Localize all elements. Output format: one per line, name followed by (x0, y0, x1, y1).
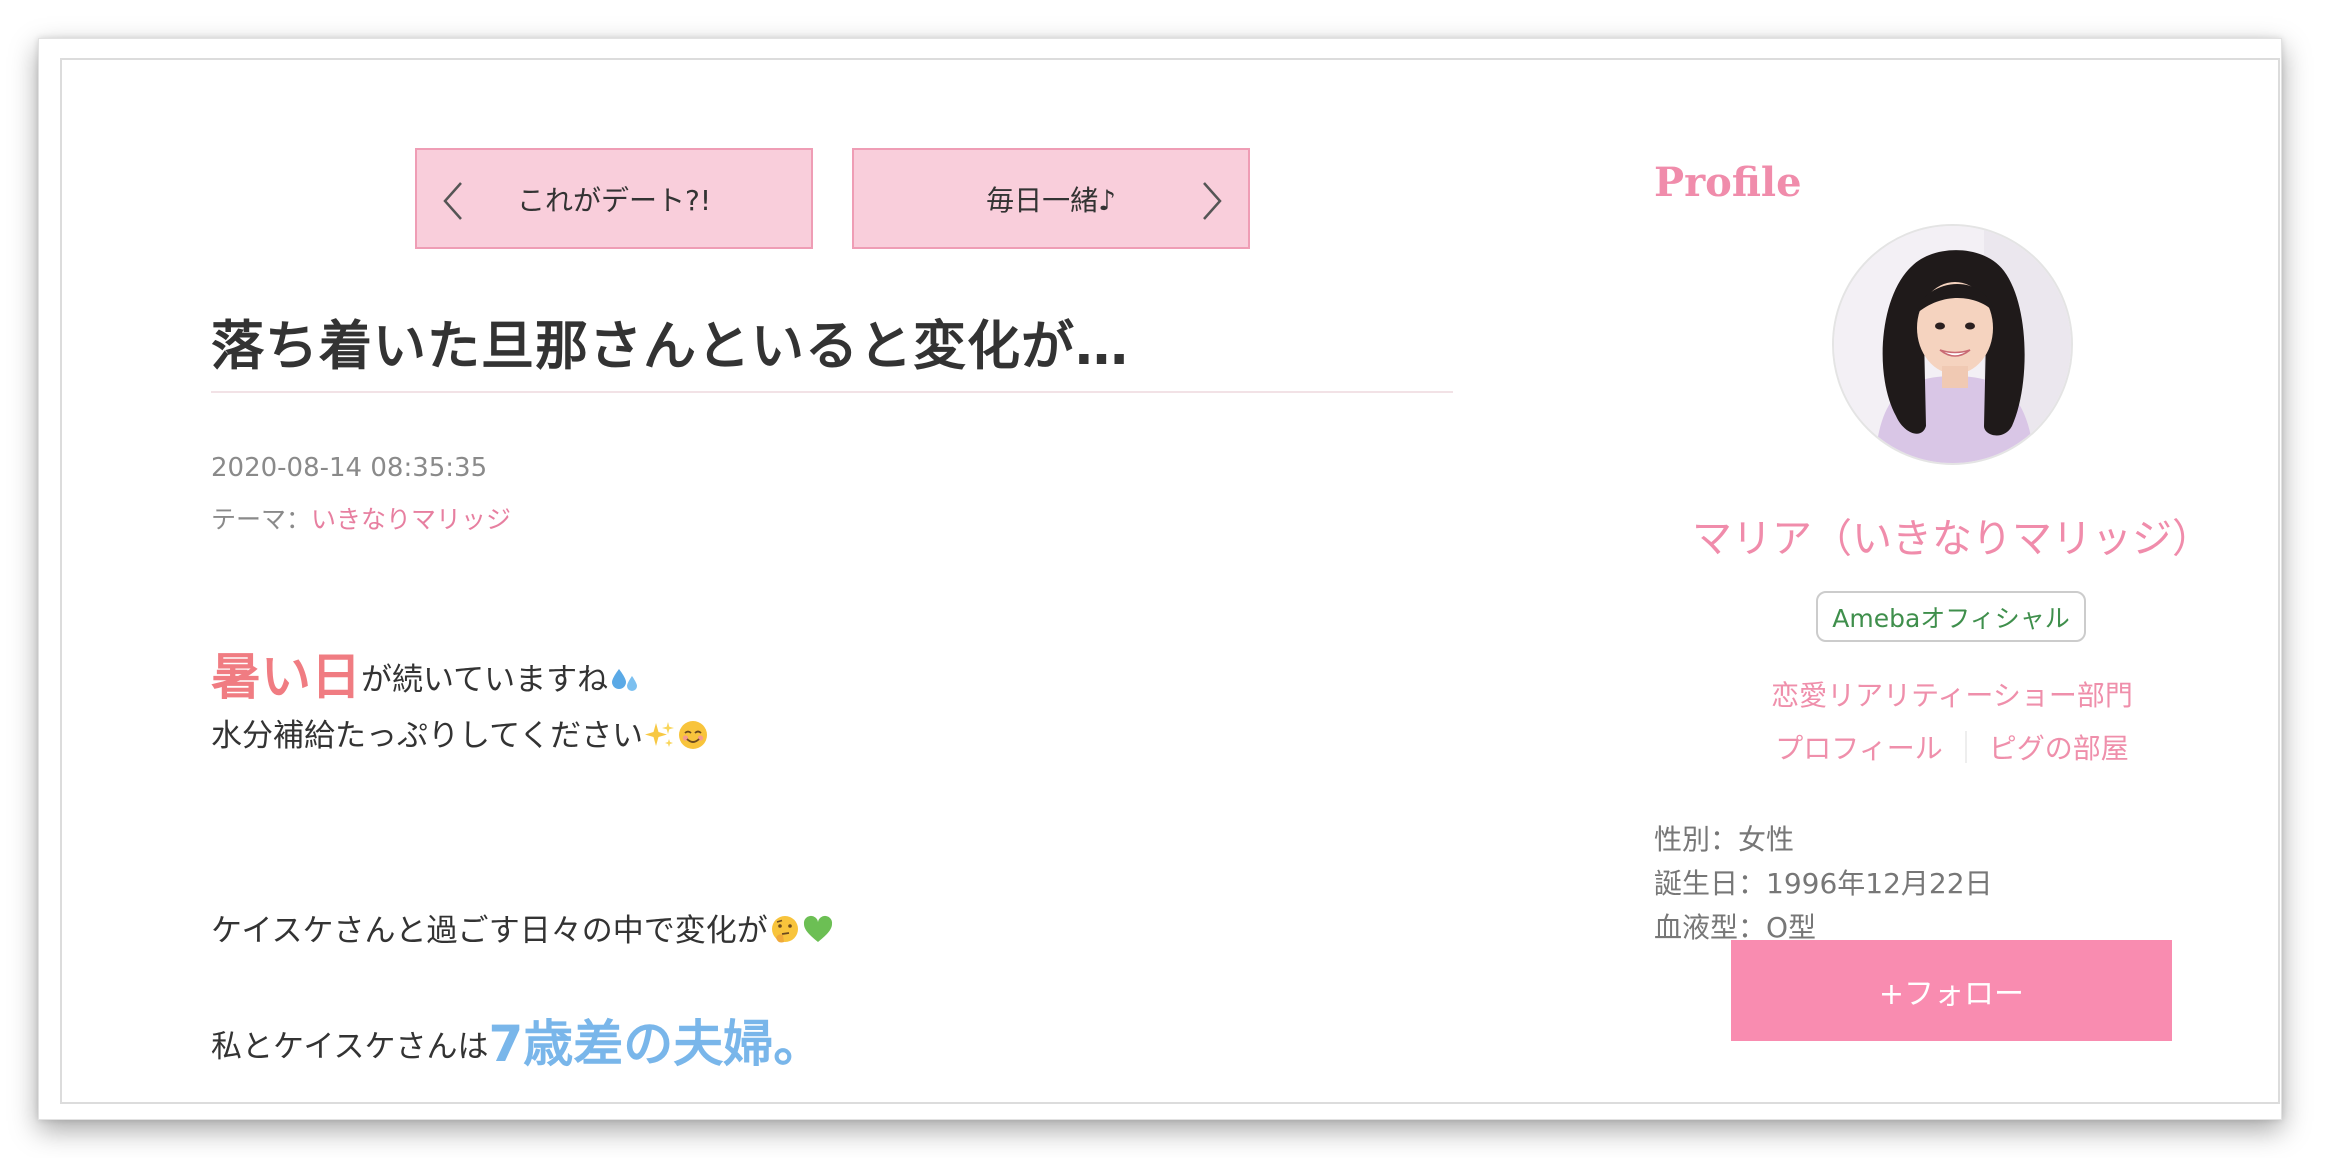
profile-gender: 性別：女性 (1654, 823, 1795, 856)
chevron-left-icon (435, 179, 475, 223)
profile-link[interactable]: プロフィール (1775, 727, 1942, 767)
sweat-droplets-icon (609, 663, 641, 695)
highlight-age-gap: 7歳差の夫婦。 (488, 1015, 824, 1073)
article-theme: テーマ：いきなりマリッジ (211, 500, 511, 536)
thinking-face-icon (769, 914, 801, 946)
highlight-hot-day: 暑い日 (211, 648, 361, 706)
body-line-2: 水分補給たっぷりしてください (211, 710, 709, 755)
prev-entry-button[interactable]: これがデート?! (415, 148, 813, 249)
profile-birthday: 誕生日：1996年12月22日 (1654, 867, 1993, 900)
theme-prefix: テーマ： (211, 505, 312, 534)
prev-entry-label: これがデート?! (516, 183, 712, 217)
next-entry-button[interactable]: 毎日一緒♪ (852, 148, 1250, 249)
next-entry-label: 毎日一緒♪ (986, 183, 1116, 217)
sparkles-icon (644, 719, 676, 751)
green-heart-icon (802, 914, 834, 946)
body-line-4-text: 私とケイスケさんは (211, 1029, 489, 1065)
link-divider (1964, 731, 1967, 763)
profile-heading: Profile (1654, 159, 1802, 206)
screenshot-frame: これがデート?! 毎日一緒♪ 落ち着いた旦那さんといると変化が… 2020-08… (38, 38, 2282, 1120)
body-line-3-text: ケイスケさんと過ごす日々の中で変化が (211, 913, 768, 949)
profile-category[interactable]: 恋愛リアリティーショー部門 (1652, 674, 2252, 714)
official-badge: Amebaオフィシャル (1816, 591, 2086, 642)
theme-link[interactable]: いきなりマリッジ (311, 505, 511, 534)
title-divider (211, 391, 1453, 393)
body-line-4: 私とケイスケさんは7歳差の夫婦。 (211, 1004, 823, 1076)
profile-links: プロフィール ピグの部屋 (1652, 727, 2252, 767)
smiling-face-icon (677, 719, 709, 751)
article-title: 落ち着いた旦那さんといると変化が… (211, 316, 1129, 377)
follow-button[interactable]: +フォロー (1731, 940, 2172, 1041)
pigg-room-link[interactable]: ピグの部屋 (1989, 727, 2129, 767)
body-line-3: ケイスケさんと過ごす日々の中で変化が (211, 905, 834, 950)
profile-name[interactable]: マリア（いきなりマリッジ） (1652, 506, 2252, 564)
avatar[interactable] (1832, 224, 2073, 465)
body-line-1-text: が続いていますね (361, 662, 609, 698)
article-date: 2020-08-14 08:35:35 (211, 453, 488, 483)
body-line-1: 暑い日が続いていますね (211, 637, 641, 709)
blog-page: これがデート?! 毎日一緒♪ 落ち着いた旦那さんといると変化が… 2020-08… (60, 58, 2280, 1104)
body-line-2-text: 水分補給たっぷりしてください (211, 718, 644, 754)
chevron-right-icon (1190, 179, 1230, 223)
